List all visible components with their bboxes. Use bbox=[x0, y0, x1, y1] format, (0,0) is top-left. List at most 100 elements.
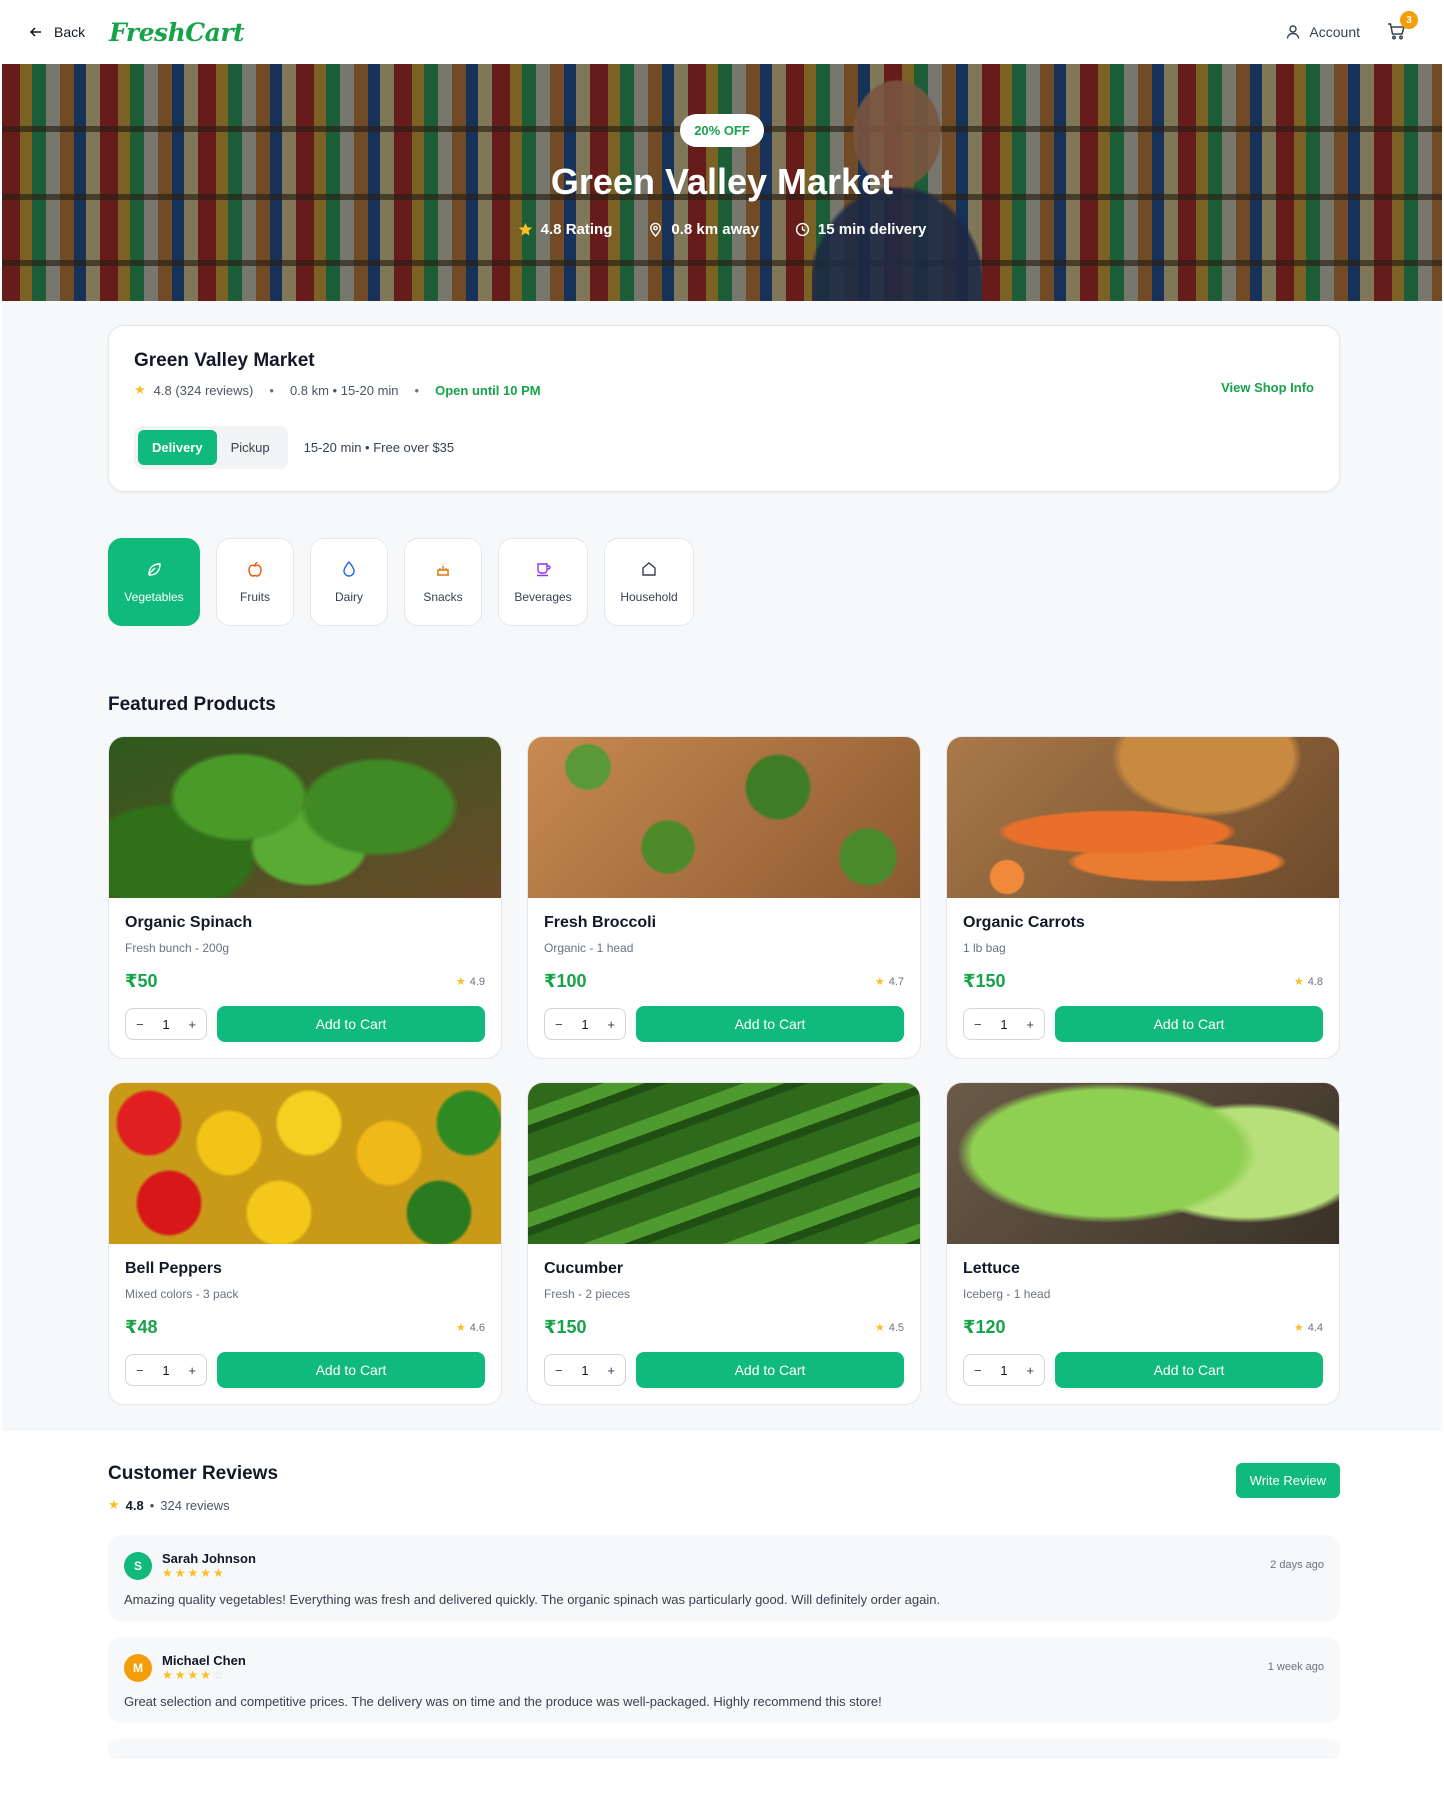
shop-info-card: Green Valley Market ★ 4.8 (324 reviews) … bbox=[108, 325, 1340, 492]
product-image-peppers[interactable] bbox=[109, 1083, 501, 1244]
category-list: Vegetables Fruits Dairy Snacks Beverages… bbox=[108, 538, 1340, 626]
product-card: Organic Carrots 1 lb bag ₹150 ★ 4.8 − 1 +… bbox=[946, 736, 1340, 1059]
category-vegetables[interactable]: Vegetables bbox=[108, 538, 200, 626]
offer-badge: 20% OFF bbox=[680, 114, 764, 147]
empty-star-icon: ☆ bbox=[213, 1668, 226, 1682]
droplet-icon bbox=[343, 560, 355, 577]
fulfillment-toggle: Delivery Pickup bbox=[134, 426, 288, 469]
product-image-spinach[interactable] bbox=[109, 737, 501, 898]
review-time: 2 days ago bbox=[1270, 1559, 1324, 1571]
add-to-cart-button[interactable]: Add to Cart bbox=[217, 1006, 485, 1042]
reviews-section: Customer Reviews ★ 4.8 • 324 reviews Wri… bbox=[108, 1431, 1340, 1759]
product-rating: ★ 4.6 bbox=[456, 1321, 485, 1335]
product-image-broccoli[interactable] bbox=[528, 737, 920, 898]
add-to-cart-button[interactable]: Add to Cart bbox=[636, 1006, 904, 1042]
fulfillment-row: Delivery Pickup 15-20 min • Free over $3… bbox=[134, 426, 541, 469]
action-row: − 1 + Add to Cart bbox=[125, 1352, 485, 1388]
account-button[interactable]: Account bbox=[1285, 24, 1360, 40]
product-name[interactable]: Organic Spinach bbox=[125, 914, 485, 932]
category-household[interactable]: Household bbox=[604, 538, 694, 626]
rating-value: 4.9 bbox=[469, 975, 485, 988]
product-image-carrots[interactable] bbox=[947, 737, 1339, 898]
product-rating: ★ 4.7 bbox=[875, 975, 904, 989]
product-name[interactable]: Cucumber bbox=[544, 1260, 904, 1278]
product-name[interactable]: Lettuce bbox=[963, 1260, 1323, 1278]
minus-icon[interactable]: − bbox=[136, 1363, 144, 1378]
shop-hero-banner: 20% OFF Green Valley Market 4.8 Rating 0… bbox=[2, 64, 1442, 301]
coffee-icon bbox=[537, 563, 551, 577]
minus-icon[interactable]: − bbox=[974, 1363, 982, 1378]
write-review-button[interactable]: Write Review bbox=[1235, 1463, 1340, 1498]
product-image-cucumber[interactable] bbox=[528, 1083, 920, 1244]
shop-meta: ★ 4.8 (324 reviews) • 0.8 km • 15-20 min… bbox=[134, 382, 541, 398]
quantity-value: 1 bbox=[162, 1362, 170, 1378]
plus-icon[interactable]: + bbox=[1026, 1363, 1034, 1378]
category-snacks[interactable]: Snacks bbox=[404, 538, 482, 626]
category-beverages[interactable]: Beverages bbox=[498, 538, 588, 626]
content-container: Green Valley Market ★ 4.8 (324 reviews) … bbox=[108, 325, 1340, 1405]
add-to-cart-button[interactable]: Add to Cart bbox=[217, 1352, 485, 1388]
review-text: Great selection and competitive prices. … bbox=[124, 1694, 882, 1709]
user-icon bbox=[1287, 25, 1300, 39]
plus-icon[interactable]: + bbox=[607, 1017, 615, 1032]
product-name[interactable]: Bell Peppers bbox=[125, 1260, 485, 1278]
product-name[interactable]: Fresh Broccoli bbox=[544, 914, 904, 932]
rating-value: 4.4 bbox=[1307, 1321, 1323, 1334]
quantity-value: 1 bbox=[581, 1362, 589, 1378]
product-subtitle: Fresh bunch - 200g bbox=[125, 941, 230, 955]
arrow-left-icon bbox=[29, 27, 41, 37]
add-to-cart-button[interactable]: Add to Cart bbox=[1055, 1352, 1323, 1388]
plus-icon[interactable]: + bbox=[1026, 1017, 1034, 1032]
action-row: − 1 + Add to Cart bbox=[963, 1352, 1323, 1388]
plus-icon[interactable]: + bbox=[188, 1017, 196, 1032]
top-nav-bar: Back FreshCart Account 3 bbox=[0, 0, 1444, 64]
product-subtitle: Iceberg - 1 head bbox=[963, 1287, 1051, 1301]
category-label: Fruits bbox=[240, 590, 270, 604]
product-info: Fresh Broccoli Organic - 1 head ₹100 ★ 4.… bbox=[528, 898, 920, 1058]
product-rating: ★ 4.8 bbox=[1294, 975, 1323, 989]
reviewer-name: Sarah Johnson bbox=[162, 1551, 256, 1566]
review-text: Amazing quality vegetables! Everything w… bbox=[124, 1592, 941, 1607]
add-to-cart-button[interactable]: Add to Cart bbox=[1055, 1006, 1323, 1042]
product-card: Bell Peppers Mixed colors - 3 pack ₹48 ★… bbox=[108, 1082, 502, 1405]
product-subtitle: Organic - 1 head bbox=[544, 941, 634, 955]
separator-dot: • bbox=[149, 1497, 155, 1513]
featured-title: Featured Products bbox=[108, 694, 276, 715]
plus-icon[interactable]: + bbox=[188, 1363, 196, 1378]
price-row: ₹120 ★ 4.4 bbox=[963, 1317, 1323, 1338]
category-label: Beverages bbox=[514, 590, 572, 604]
product-image-lettuce[interactable] bbox=[947, 1083, 1339, 1244]
hero-delivery: 15 min delivery bbox=[795, 221, 926, 238]
category-fruits[interactable]: Fruits bbox=[216, 538, 294, 626]
review-top: S Sarah Johnson ★★★★★ 2 days ago bbox=[124, 1551, 1324, 1580]
product-info: Organic Spinach Fresh bunch - 200g ₹50 ★… bbox=[109, 898, 501, 1058]
cart-button[interactable]: 3 bbox=[1386, 11, 1418, 43]
minus-icon[interactable]: − bbox=[555, 1017, 563, 1032]
shop-open-status: Open until 10 PM bbox=[435, 382, 541, 398]
cake-icon bbox=[437, 564, 449, 576]
logo[interactable]: FreshCart bbox=[109, 18, 244, 47]
minus-icon[interactable]: − bbox=[974, 1017, 982, 1032]
category-label: Snacks bbox=[423, 590, 463, 604]
category-dairy[interactable]: Dairy bbox=[310, 538, 388, 626]
price-row: ₹50 ★ 4.9 bbox=[125, 971, 485, 992]
product-subtitle: Fresh - 2 pieces bbox=[544, 1287, 631, 1301]
avatar: S bbox=[124, 1551, 152, 1580]
product-name[interactable]: Organic Carrots bbox=[963, 914, 1323, 932]
back-button[interactable]: Back bbox=[28, 24, 85, 40]
pickup-option[interactable]: Pickup bbox=[217, 430, 284, 465]
leaf-icon bbox=[148, 563, 161, 576]
minus-icon[interactable]: − bbox=[136, 1017, 144, 1032]
action-row: − 1 + Add to Cart bbox=[544, 1352, 904, 1388]
hero-rating: 4.8 Rating bbox=[518, 221, 612, 238]
delivery-option[interactable]: Delivery bbox=[138, 430, 217, 465]
hero-title: Green Valley Market bbox=[550, 161, 894, 202]
price-row: ₹150 ★ 4.8 bbox=[963, 971, 1323, 992]
minus-icon[interactable]: − bbox=[555, 1363, 563, 1378]
category-label: Vegetables bbox=[124, 590, 184, 604]
quantity-stepper: − 1 + bbox=[963, 1354, 1045, 1386]
add-to-cart-button[interactable]: Add to Cart bbox=[636, 1352, 904, 1388]
view-shop-info-link[interactable]: View Shop Info bbox=[1221, 380, 1314, 469]
apple-icon bbox=[248, 561, 262, 577]
plus-icon[interactable]: + bbox=[607, 1363, 615, 1378]
